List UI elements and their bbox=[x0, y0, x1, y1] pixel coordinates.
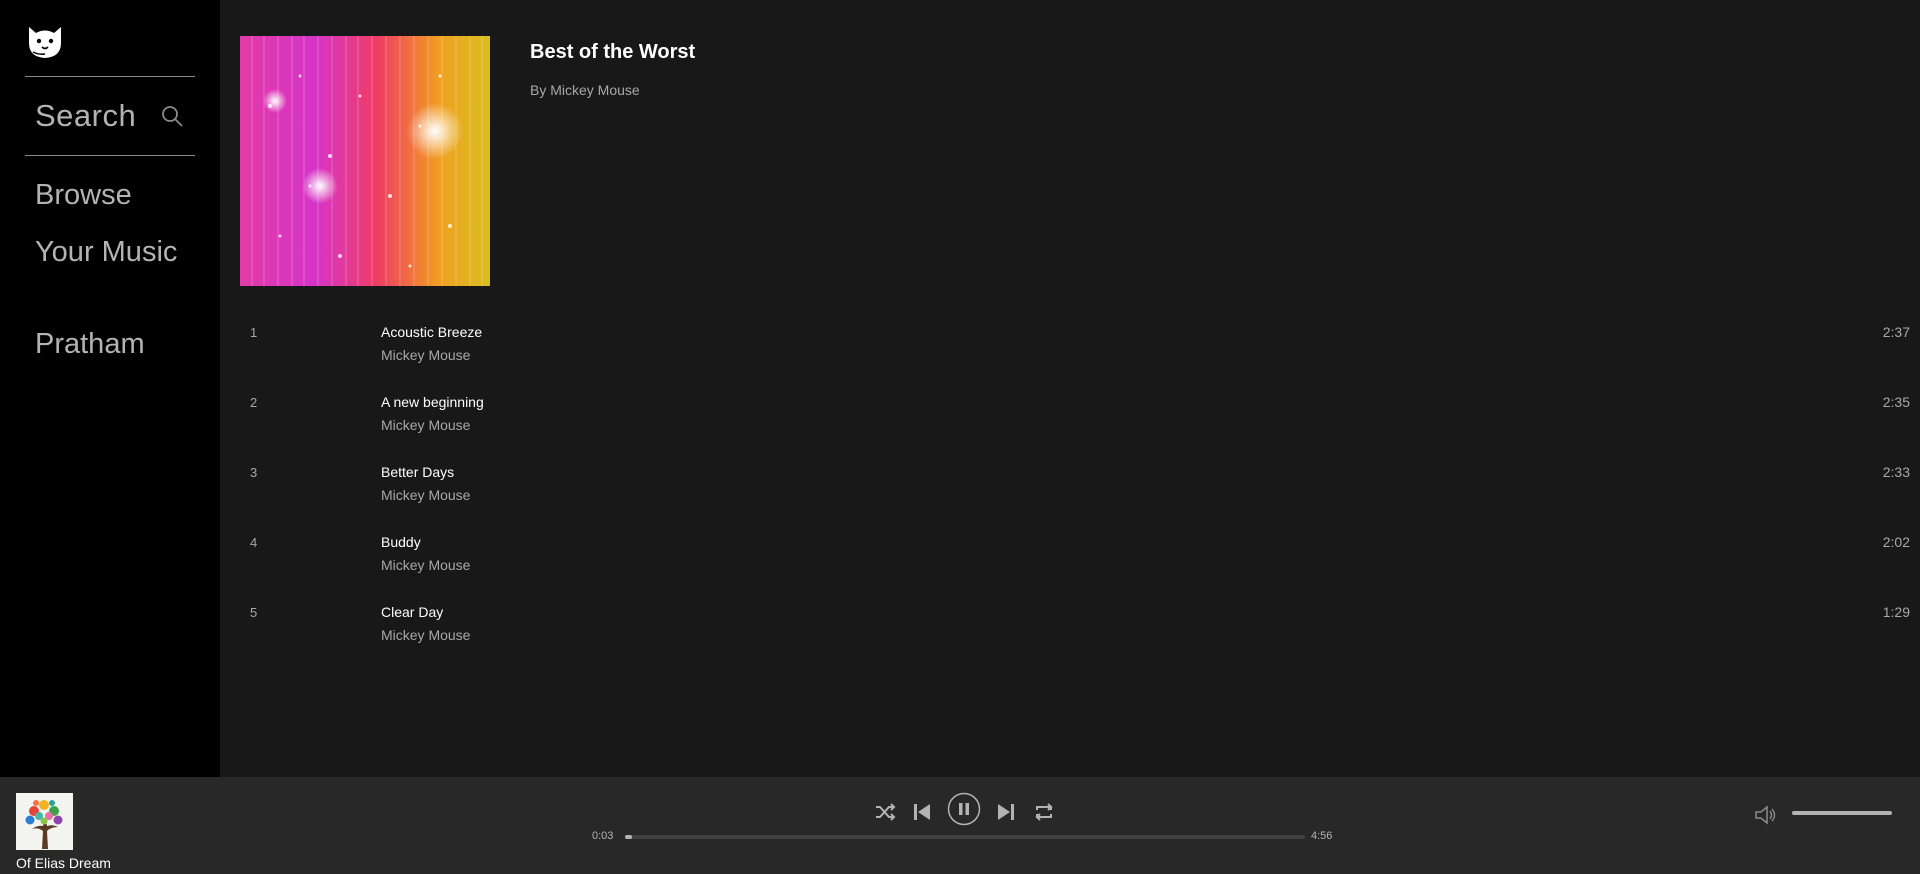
next-icon[interactable] bbox=[997, 802, 1015, 827]
pause-icon bbox=[947, 792, 981, 826]
player-bar: Of Elias Dream 0:03 4:56 bbox=[0, 777, 1920, 874]
track-duration: 2:33 bbox=[1882, 464, 1910, 480]
track-title: Acoustic Breeze bbox=[381, 324, 483, 340]
track-number: 4 bbox=[250, 535, 258, 550]
track-duration: 1:29 bbox=[1882, 604, 1910, 620]
progress-bar[interactable] bbox=[625, 835, 1305, 839]
track-title: Buddy bbox=[381, 534, 421, 550]
elapsed-time: 0:03 bbox=[592, 830, 614, 842]
track-duration: 2:02 bbox=[1882, 534, 1910, 550]
app: Search Browse Your Music Pratham Best of… bbox=[0, 0, 1920, 874]
track-row[interactable]: 2 A new beginning Mickey Mouse 2:35 bbox=[240, 386, 1910, 456]
sidebar: Search Browse Your Music Pratham bbox=[0, 0, 220, 777]
pause-button[interactable] bbox=[947, 792, 981, 831]
progress-fill bbox=[625, 835, 632, 839]
track-artist: Mickey Mouse bbox=[381, 417, 471, 433]
track-row[interactable]: 4 Buddy Mickey Mouse 2:02 bbox=[240, 526, 1910, 596]
sidebar-divider bbox=[25, 155, 195, 156]
track-title: Clear Day bbox=[381, 604, 444, 620]
track-list: 1 Acoustic Breeze Mickey Mouse 2:37 2 A … bbox=[240, 316, 1910, 666]
shuffle-icon[interactable] bbox=[874, 801, 896, 828]
search-input[interactable]: Search bbox=[25, 77, 195, 155]
album-view: Best of the Worst By Mickey Mouse 1 Acou… bbox=[220, 0, 1920, 777]
repeat-icon[interactable] bbox=[1033, 801, 1055, 828]
sidebar-item-your-music[interactable]: Your Music bbox=[35, 235, 195, 269]
track-number: 1 bbox=[250, 325, 258, 340]
volume-fill bbox=[1792, 811, 1892, 815]
track-number: 5 bbox=[250, 605, 258, 620]
sidebar-item-browse[interactable]: Browse bbox=[35, 178, 195, 212]
volume-icon[interactable] bbox=[1754, 804, 1778, 831]
album-cover bbox=[240, 36, 490, 286]
track-duration: 2:35 bbox=[1882, 394, 1910, 410]
track-number: 2 bbox=[250, 395, 258, 410]
total-time: 4:56 bbox=[1311, 830, 1333, 842]
album-artist[interactable]: By Mickey Mouse bbox=[530, 82, 640, 98]
track-artist: Mickey Mouse bbox=[381, 347, 471, 363]
track-number: 3 bbox=[250, 465, 258, 480]
track-title: A new beginning bbox=[381, 394, 484, 410]
track-artist: Mickey Mouse bbox=[381, 557, 471, 573]
track-title: Better Days bbox=[381, 464, 455, 480]
search-label: Search bbox=[35, 98, 137, 133]
track-row[interactable]: 5 Clear Day Mickey Mouse 1:29 bbox=[240, 596, 1910, 666]
volume-slider[interactable] bbox=[1792, 811, 1892, 815]
track-duration: 2:37 bbox=[1882, 324, 1910, 340]
previous-icon[interactable] bbox=[913, 802, 931, 827]
search-icon[interactable] bbox=[160, 104, 184, 128]
track-row[interactable]: 3 Better Days Mickey Mouse 2:33 bbox=[240, 456, 1910, 526]
track-artist: Mickey Mouse bbox=[381, 487, 471, 503]
now-playing-title[interactable]: Of Elias Dream bbox=[16, 855, 111, 871]
album-title: Best of the Worst bbox=[530, 41, 696, 63]
sidebar-item-pratham[interactable]: Pratham bbox=[35, 327, 195, 361]
now-playing-art[interactable] bbox=[16, 793, 73, 850]
logo-cat-icon[interactable] bbox=[25, 21, 65, 61]
track-row[interactable]: 1 Acoustic Breeze Mickey Mouse 2:37 bbox=[240, 316, 1910, 386]
track-artist: Mickey Mouse bbox=[381, 627, 471, 643]
